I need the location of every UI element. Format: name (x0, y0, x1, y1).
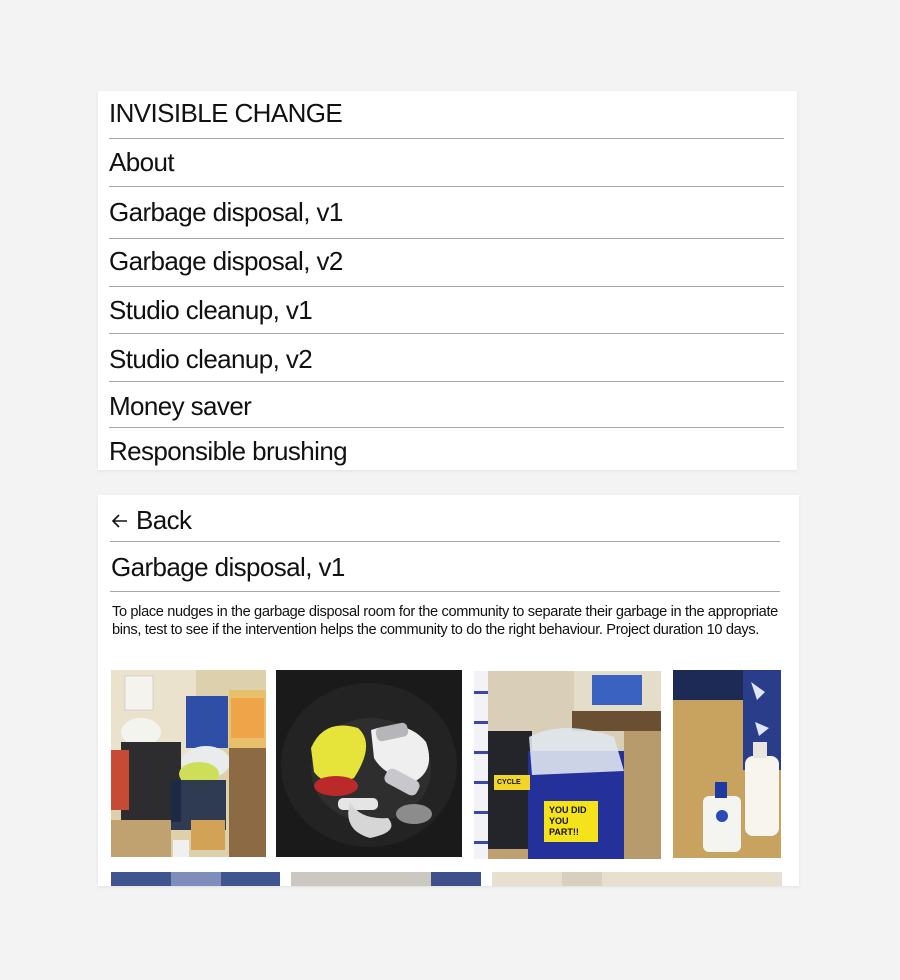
divider (110, 541, 780, 542)
divider (109, 427, 784, 428)
menu-item-garbage-disposal-v2[interactable]: Garbage disposal, v2 (109, 248, 784, 274)
photo-thumbnail (492, 872, 782, 886)
arrow-left-icon (111, 513, 127, 528)
divider (109, 286, 784, 287)
divider (109, 381, 784, 382)
menu-item-garbage-disposal-v1[interactable]: Garbage disposal, v1 (109, 199, 784, 225)
project-photo[interactable] (276, 670, 462, 857)
back-label: Back (136, 505, 192, 535)
photo-garbage-corner (111, 670, 266, 857)
divider (110, 591, 780, 592)
photo-cleaning-bottles (673, 670, 781, 858)
divider (109, 238, 784, 239)
menu-item-studio-cleanup-v2[interactable]: Studio cleanup, v2 (109, 346, 784, 372)
menu-item-responsible-brushing[interactable]: Responsible brushing (109, 438, 784, 464)
project-menu: INVISIBLE CHANGE About Garbage disposal,… (98, 91, 797, 470)
photo-thumbnail (111, 872, 280, 886)
project-photo[interactable] (111, 872, 280, 886)
project-photo[interactable] (492, 872, 782, 886)
bin-sticker: YOU DID YOU PART!! (544, 801, 598, 842)
project-photo[interactable] (291, 872, 481, 886)
divider (109, 333, 784, 334)
project-description: To place nudges in the garbage disposal … (112, 604, 778, 638)
back-link[interactable]: Back (110, 505, 192, 536)
project-photo[interactable] (111, 670, 266, 857)
menu-item-studio-cleanup-v1[interactable]: Studio cleanup, v1 (109, 297, 784, 323)
recycle-sign: CYCLE (494, 775, 530, 790)
project-photo[interactable] (673, 670, 781, 858)
divider (109, 186, 784, 187)
menu-item-money-saver[interactable]: Money saver (109, 393, 784, 419)
photo-thumbnail (291, 872, 481, 886)
project-detail: Back Garbage disposal, v1 To place nudge… (98, 495, 799, 886)
site-title[interactable]: INVISIBLE CHANGE (109, 100, 784, 126)
project-title: Garbage disposal, v1 (111, 552, 345, 582)
menu-item-about[interactable]: About (109, 149, 784, 175)
project-photo[interactable]: CYCLE YOU DID YOU PART!! (474, 671, 661, 859)
photo-garbage-bag-contents (276, 670, 462, 857)
divider (109, 138, 784, 139)
